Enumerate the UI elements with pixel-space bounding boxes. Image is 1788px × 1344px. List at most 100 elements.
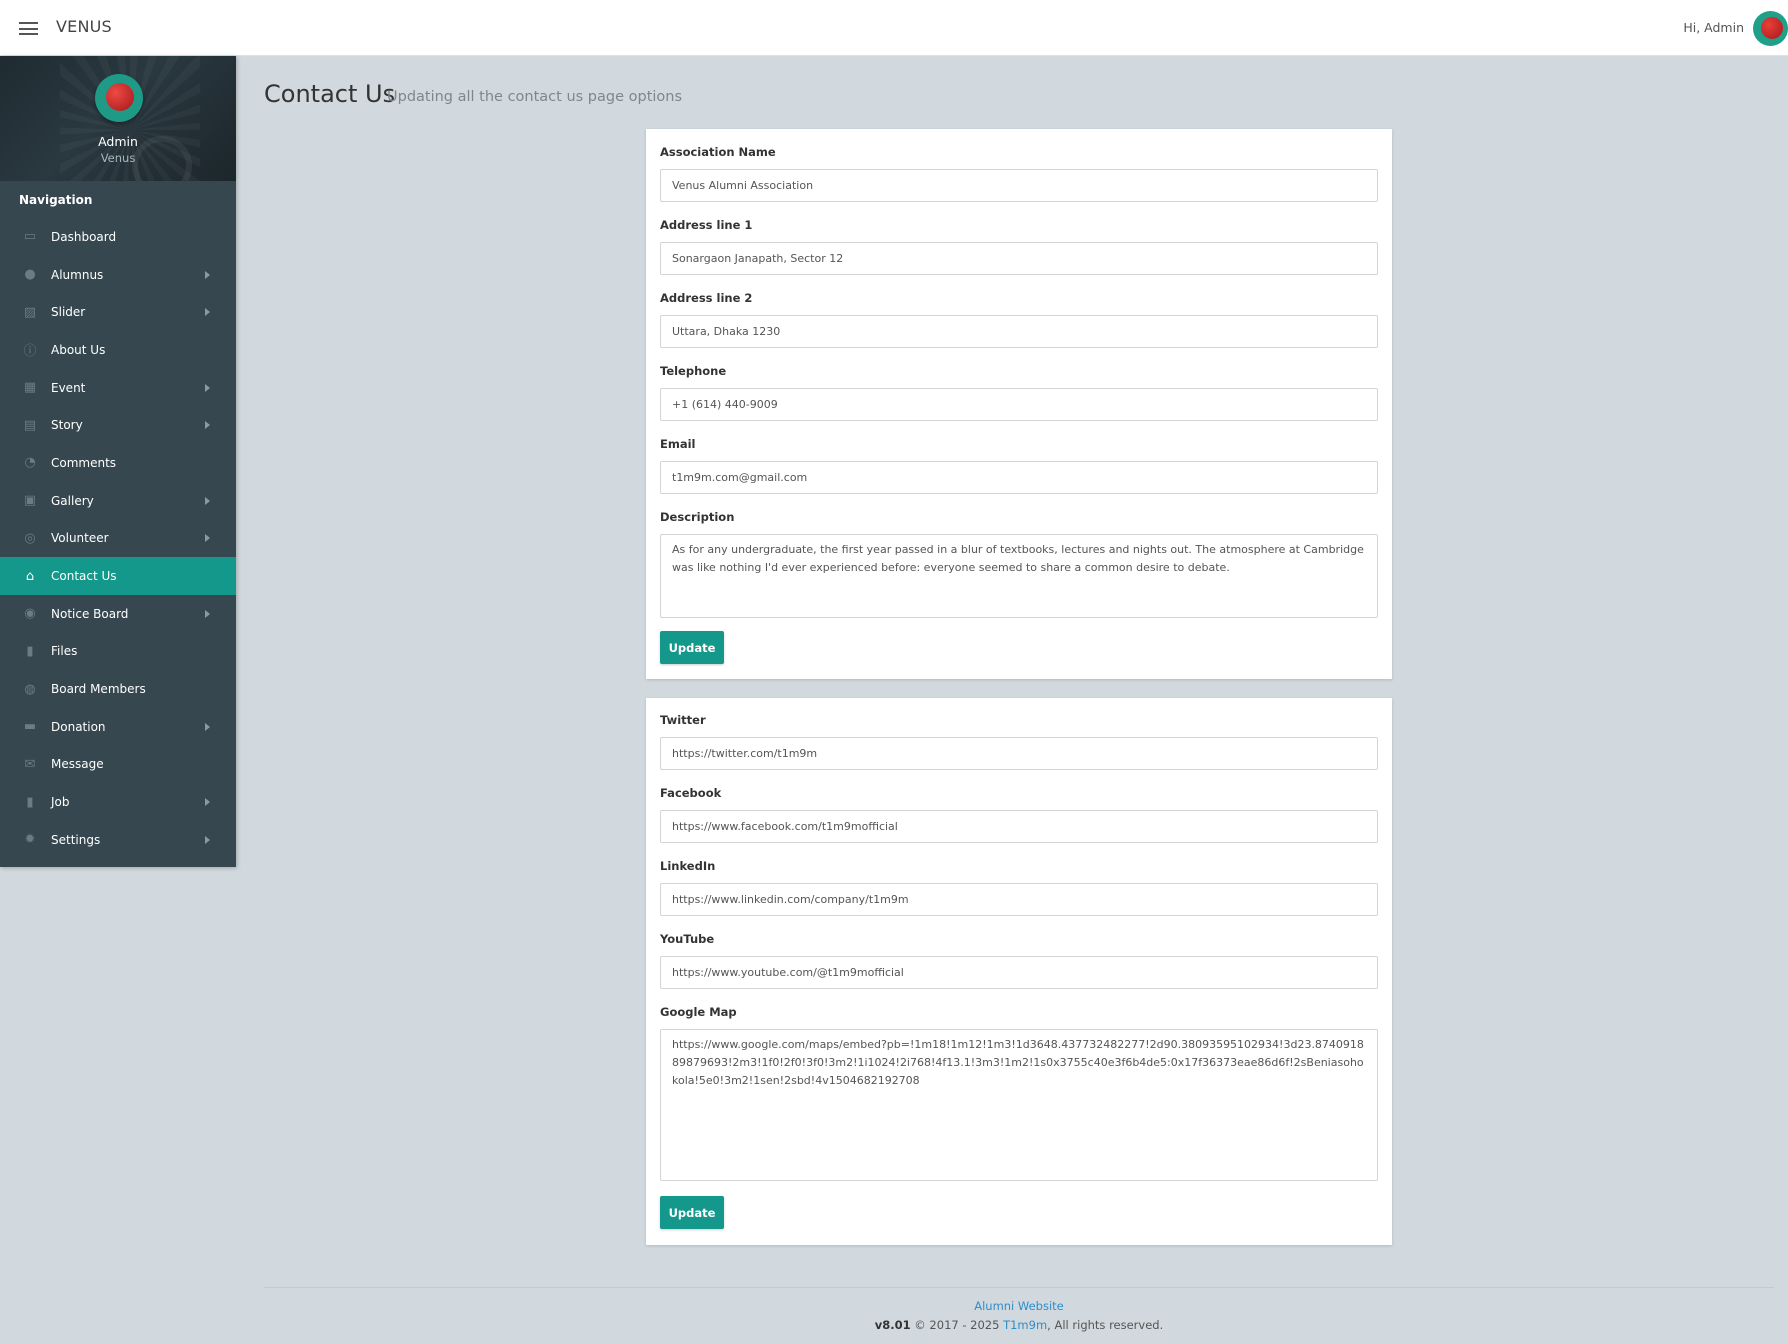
footer-version: v8.01 — [874, 1318, 911, 1332]
user-icon: ● — [24, 267, 36, 283]
user-avatar[interactable] — [1753, 11, 1788, 46]
sidebar-item-label: Job — [51, 795, 70, 810]
caret-right-icon — [205, 798, 210, 807]
bank-icon: ⌂ — [25, 568, 35, 584]
telephone-label: Telephone — [660, 364, 727, 378]
sidebar-item-dashboard[interactable]: ▭ Dashboard — [0, 218, 236, 256]
description-textarea[interactable]: As for any undergraduate, the first year… — [660, 534, 1378, 618]
footer-copyright: v8.01 © 2017 - 2025 T1m9m, All rights re… — [0, 1318, 1788, 1332]
caret-right-icon — [205, 270, 210, 279]
file-icon: ▮ — [26, 643, 34, 659]
sidebar-item-label: Gallery — [51, 493, 94, 508]
gallery-icon: ▣ — [23, 493, 37, 509]
youtube-label: YouTube — [660, 932, 715, 946]
sidebar-item-story[interactable]: ▤ Story — [0, 406, 236, 444]
sidebar-item-label: Volunteer — [51, 531, 109, 546]
sidebar-item-label: Comments — [51, 455, 117, 470]
sidebar-item-label: Notice Board — [51, 606, 129, 621]
info-icon: ⓘ — [23, 344, 37, 360]
contact-info-card: Association Name Address line 1 Address … — [646, 129, 1392, 679]
footer-site-link-text[interactable]: Alumni Website — [974, 1299, 1064, 1313]
address1-input[interactable] — [660, 242, 1378, 275]
sidebar-item-message[interactable]: ✉ Message — [0, 746, 236, 784]
description-label: Description — [660, 510, 735, 524]
footer-divider — [264, 1287, 1774, 1288]
update-contact-button[interactable]: Update — [660, 631, 724, 664]
top-bar: VENUS Hi, Admin — [0, 0, 1788, 56]
sidebar-item-comments[interactable]: ◔ Comments — [0, 444, 236, 482]
user-circle-icon: ◍ — [24, 681, 36, 697]
facebook-label: Facebook — [660, 786, 722, 800]
linkedin-label: LinkedIn — [660, 859, 716, 873]
nav-list: ▭ Dashboard ● Alumnus ▨ Slider ⓘ About Us ▦ Event… — [0, 218, 236, 859]
credit-card-icon: ▬ — [23, 719, 37, 735]
sidebar: Admin Venus Navigation ▭ Dashboard ● Alumnu… — [0, 56, 236, 867]
sidebar-item-label: Dashboard — [51, 229, 117, 244]
broadcast-icon: ◉ — [24, 606, 36, 622]
youtube-input[interactable] — [660, 956, 1378, 989]
sidebar-item-label: Files — [51, 644, 78, 659]
monitor-icon: ▭ — [23, 229, 37, 245]
google-map-label: Google Map — [660, 1005, 737, 1019]
facebook-input[interactable] — [660, 810, 1378, 843]
association-name-label: Association Name — [660, 145, 776, 159]
address2-input[interactable] — [660, 315, 1378, 348]
sidebar-item-donation[interactable]: ▬ Donation — [0, 708, 236, 746]
page-title: Contact Us — [264, 80, 396, 108]
image-icon: ▨ — [23, 304, 37, 320]
menu-toggle-icon[interactable] — [19, 22, 38, 35]
caret-right-icon — [205, 609, 210, 618]
sidebar-item-label: Slider — [51, 305, 86, 320]
sidebar-item-about-us[interactable]: ⓘ About Us — [0, 331, 236, 369]
gear-icon: ✹ — [24, 832, 36, 848]
sidebar-item-label: Event — [51, 380, 86, 395]
association-name-input[interactable] — [660, 169, 1378, 202]
sidebar-item-volunteer[interactable]: ◎ Volunteer — [0, 520, 236, 558]
sidebar-profile: Admin Venus — [0, 56, 236, 181]
twitter-input[interactable] — [660, 737, 1378, 770]
sidebar-item-slider[interactable]: ▨ Slider — [0, 293, 236, 331]
brand-title[interactable]: VENUS — [56, 17, 112, 36]
lock-icon: ▮ — [26, 794, 34, 810]
telephone-input[interactable] — [660, 388, 1378, 421]
sidebar-item-label: Donation — [51, 719, 106, 734]
twitter-label: Twitter — [660, 713, 706, 727]
social-links-card: Twitter Facebook LinkedIn YouTube Google… — [646, 698, 1392, 1245]
footer-years: © 2017 - 2025 — [914, 1318, 1000, 1332]
profile-avatar — [95, 74, 143, 122]
sidebar-item-notice-board[interactable]: ◉ Notice Board — [0, 595, 236, 633]
sidebar-item-label: About Us — [51, 342, 106, 357]
email-input[interactable] — [660, 461, 1378, 494]
caret-right-icon — [205, 383, 210, 392]
sidebar-item-settings[interactable]: ✹ Settings — [0, 821, 236, 859]
profile-name: Admin — [98, 134, 138, 149]
address1-label: Address line 1 — [660, 218, 753, 232]
update-social-button[interactable]: Update — [660, 1196, 724, 1229]
sidebar-item-files[interactable]: ▮ Files — [0, 633, 236, 671]
linkedin-input[interactable] — [660, 883, 1378, 916]
caret-right-icon — [205, 308, 210, 317]
page-subtitle: Updating all the contact us page options — [387, 89, 683, 105]
caret-right-icon — [205, 722, 210, 731]
sidebar-item-label: Board Members — [51, 682, 146, 697]
sidebar-item-board-members[interactable]: ◍ Board Members — [0, 670, 236, 708]
caret-right-icon — [205, 835, 210, 844]
caret-right-icon — [205, 534, 210, 543]
sidebar-item-event[interactable]: ▦ Event — [0, 369, 236, 407]
sidebar-item-job[interactable]: ▮ Job — [0, 783, 236, 821]
sidebar-item-contact-us[interactable]: ⌂ Contact Us — [0, 557, 236, 595]
footer-rights: , All rights reserved. — [1047, 1318, 1164, 1332]
google-map-textarea[interactable]: https://www.google.com/maps/embed?pb=!1m… — [660, 1029, 1378, 1181]
caret-right-icon — [205, 421, 210, 430]
footer-brand-link[interactable]: T1m9m — [1003, 1318, 1047, 1332]
sidebar-item-gallery[interactable]: ▣ Gallery — [0, 482, 236, 520]
comments-icon: ◔ — [24, 455, 36, 471]
sidebar-item-label: Settings — [51, 832, 101, 847]
caret-right-icon — [205, 496, 210, 505]
envelope-icon: ✉ — [24, 756, 36, 772]
sidebar-item-alumnus[interactable]: ● Alumnus — [0, 256, 236, 294]
lifering-icon: ◎ — [24, 530, 36, 546]
profile-role: Venus — [100, 151, 136, 165]
footer-site-link[interactable]: Alumni Website — [0, 1299, 1788, 1313]
nav-heading: Navigation — [19, 193, 93, 207]
